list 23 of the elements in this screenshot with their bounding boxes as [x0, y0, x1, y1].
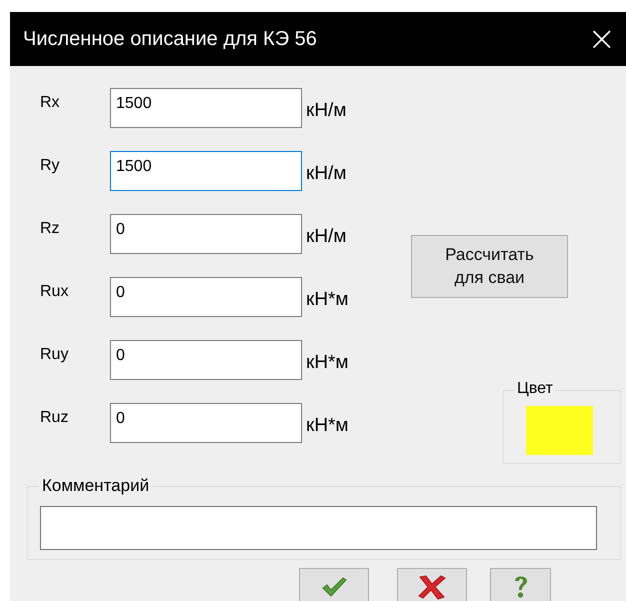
unit-label: кН/м	[306, 226, 346, 248]
field-label: Ruy	[39, 346, 70, 364]
unit-label: кН*м	[306, 289, 348, 311]
input-field[interactable]: 0	[110, 277, 302, 317]
unit-label: кН*м	[306, 415, 348, 437]
input-field[interactable]: 0	[110, 214, 302, 254]
group-label: Комментарий	[39, 476, 152, 496]
field-label: Rux	[39, 283, 70, 301]
group-label: Цвет	[514, 380, 556, 398]
field-label: Rx	[39, 94, 61, 112]
input-field[interactable]: 0	[110, 340, 302, 380]
input-field[interactable]: 1500	[110, 88, 302, 128]
calculate-button[interactable]: Рассчитать для сваи	[411, 235, 568, 298]
close-button[interactable]: ×	[578, 22, 626, 56]
input-field[interactable]: 0	[110, 403, 302, 443]
unit-label: кН/м	[306, 100, 346, 122]
field-label: Ruz	[39, 409, 70, 427]
unit-label: кН*м	[306, 352, 348, 374]
input-field[interactable]: 1500	[110, 151, 302, 191]
field-label: Rz	[39, 220, 61, 238]
unit-label: кН/м	[306, 163, 346, 185]
field-label: Ry	[39, 157, 61, 175]
window-title: Численное описание для КЭ 56	[23, 28, 317, 50]
